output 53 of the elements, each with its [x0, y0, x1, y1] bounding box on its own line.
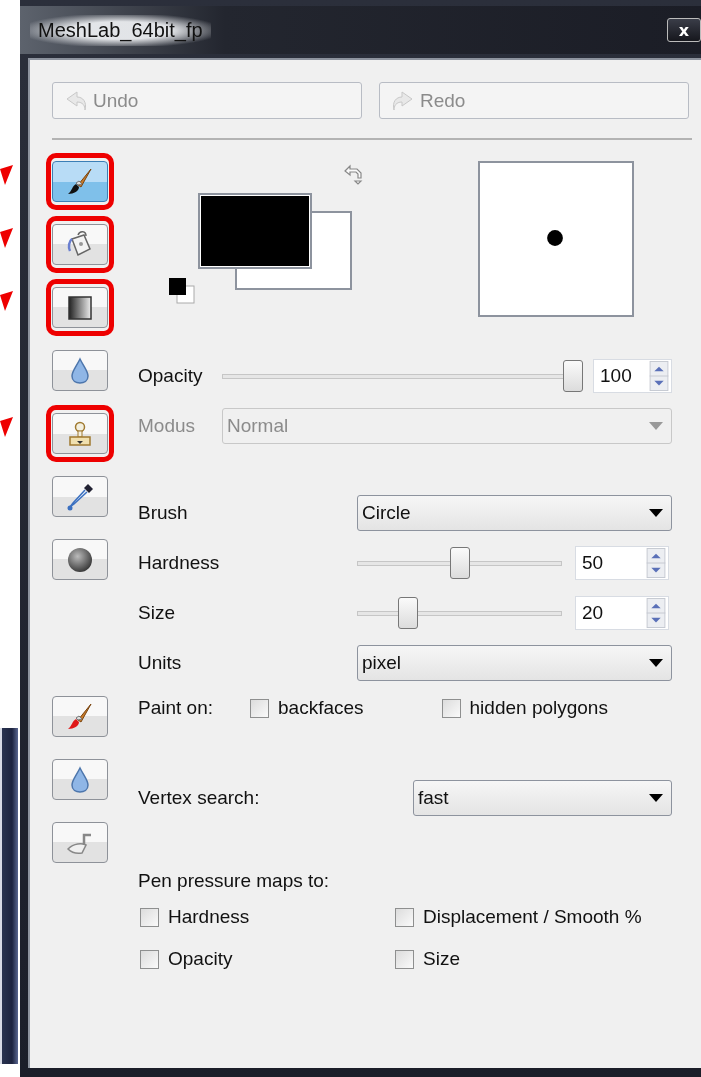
- slider[interactable]: [222, 360, 583, 392]
- spin-arrows-icon[interactable]: [649, 361, 669, 391]
- checkbox-label[interactable]: Size: [423, 948, 460, 970]
- field-label: Pen pressure maps to:: [138, 870, 330, 892]
- number-field[interactable]: 100: [593, 359, 672, 393]
- checkbox-label[interactable]: Hardness: [168, 906, 250, 928]
- close-button[interactable]: x: [667, 18, 701, 42]
- checkbox-label[interactable]: hidden polygons: [469, 697, 608, 719]
- checkbox[interactable]: [140, 907, 159, 927]
- default-colors-icon[interactable]: [168, 277, 196, 305]
- checkbox[interactable]: [250, 698, 269, 718]
- caret-icon: [649, 509, 663, 517]
- number-field[interactable]: 20: [575, 596, 669, 630]
- annotation-arrow: [0, 417, 14, 439]
- slider[interactable]: [357, 597, 562, 629]
- tool-button[interactable]: [52, 287, 108, 328]
- checkbox[interactable]: [395, 907, 414, 927]
- checkbox[interactable]: [441, 698, 461, 718]
- field-label: Opacity: [138, 365, 204, 387]
- caret-icon: [649, 794, 663, 802]
- checkbox[interactable]: [395, 949, 414, 969]
- field-label: Brush: [138, 502, 189, 524]
- slider[interactable]: [357, 547, 562, 579]
- dropdown[interactable]: pixel: [357, 645, 672, 681]
- slider-thumb[interactable]: [563, 360, 583, 392]
- field-label: Units: [138, 652, 183, 674]
- field-label: Paint on:: [138, 697, 214, 719]
- caret-icon: [649, 659, 663, 667]
- slider-thumb[interactable]: [397, 597, 418, 629]
- tool-button[interactable]: [52, 161, 108, 202]
- checkbox-label[interactable]: Displacement / Smooth %: [423, 906, 642, 928]
- brush-dot-icon: [547, 230, 563, 246]
- tool-button[interactable]: [52, 539, 108, 580]
- dropdown[interactable]: Circle: [357, 495, 672, 531]
- annotation-arrow: [0, 228, 14, 250]
- spin-arrows-icon[interactable]: [646, 548, 666, 578]
- caret-icon: [649, 422, 663, 430]
- checkbox[interactable]: [140, 949, 159, 969]
- number-field[interactable]: 50: [575, 546, 669, 580]
- slider-thumb[interactable]: [449, 547, 470, 579]
- window-title: MeshLab_64bit_fp: [30, 14, 211, 46]
- spin-arrows-icon[interactable]: [646, 598, 666, 628]
- field-label: Vertex search:: [138, 787, 261, 809]
- field-label: Hardness: [138, 552, 221, 574]
- annotation-arrow: [0, 165, 14, 187]
- tool-button[interactable]: [52, 224, 108, 265]
- checkbox-label[interactable]: Opacity: [168, 948, 233, 970]
- checkbox-label[interactable]: backfaces: [278, 697, 364, 719]
- annotation-arrow: [0, 291, 14, 313]
- foreground-color-swatch[interactable]: [198, 193, 312, 269]
- dropdown[interactable]: fast: [413, 780, 672, 816]
- field-label: Size: [138, 602, 176, 624]
- field-label: Modus: [138, 415, 197, 437]
